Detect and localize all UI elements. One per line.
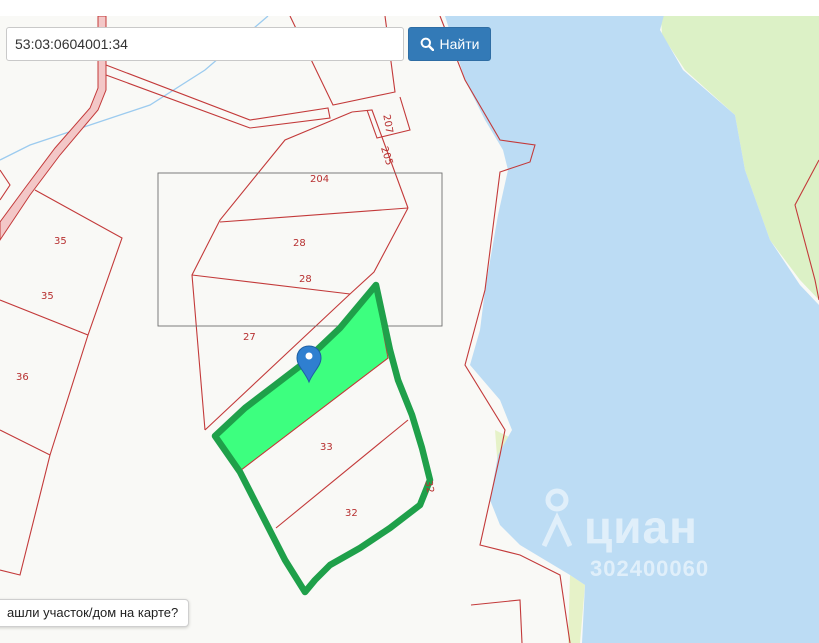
parcel-label: 32 bbox=[345, 508, 358, 519]
parcel-label: 35 bbox=[54, 236, 67, 247]
map-canvas[interactable]: 204 207 205 28 28 27 35 35 36 33 32 32 bbox=[0, 0, 819, 643]
parcel-label: 28 bbox=[293, 238, 306, 249]
parcel-label: 204 bbox=[310, 174, 329, 185]
parcel-label: 27 bbox=[243, 332, 256, 343]
parcel-label: 35 bbox=[41, 291, 54, 302]
parcel-label: 28 bbox=[299, 274, 312, 285]
parcel-label: 33 bbox=[320, 442, 333, 453]
find-button-label: Найти bbox=[439, 36, 480, 52]
parcel-label: 32 bbox=[422, 480, 435, 494]
find-button[interactable]: Найти bbox=[408, 27, 491, 61]
found-plot-hint[interactable]: ашли участок/дом на карте? bbox=[0, 599, 190, 627]
parcel-label: 36 bbox=[16, 372, 29, 383]
search-icon bbox=[420, 37, 434, 51]
map-top-strip bbox=[0, 0, 819, 16]
cadastral-map[interactable]: 204 207 205 28 28 27 35 35 36 33 32 32 5… bbox=[0, 0, 819, 643]
search-bar: Найти bbox=[6, 27, 492, 63]
cadastral-search-input[interactable] bbox=[6, 27, 404, 61]
